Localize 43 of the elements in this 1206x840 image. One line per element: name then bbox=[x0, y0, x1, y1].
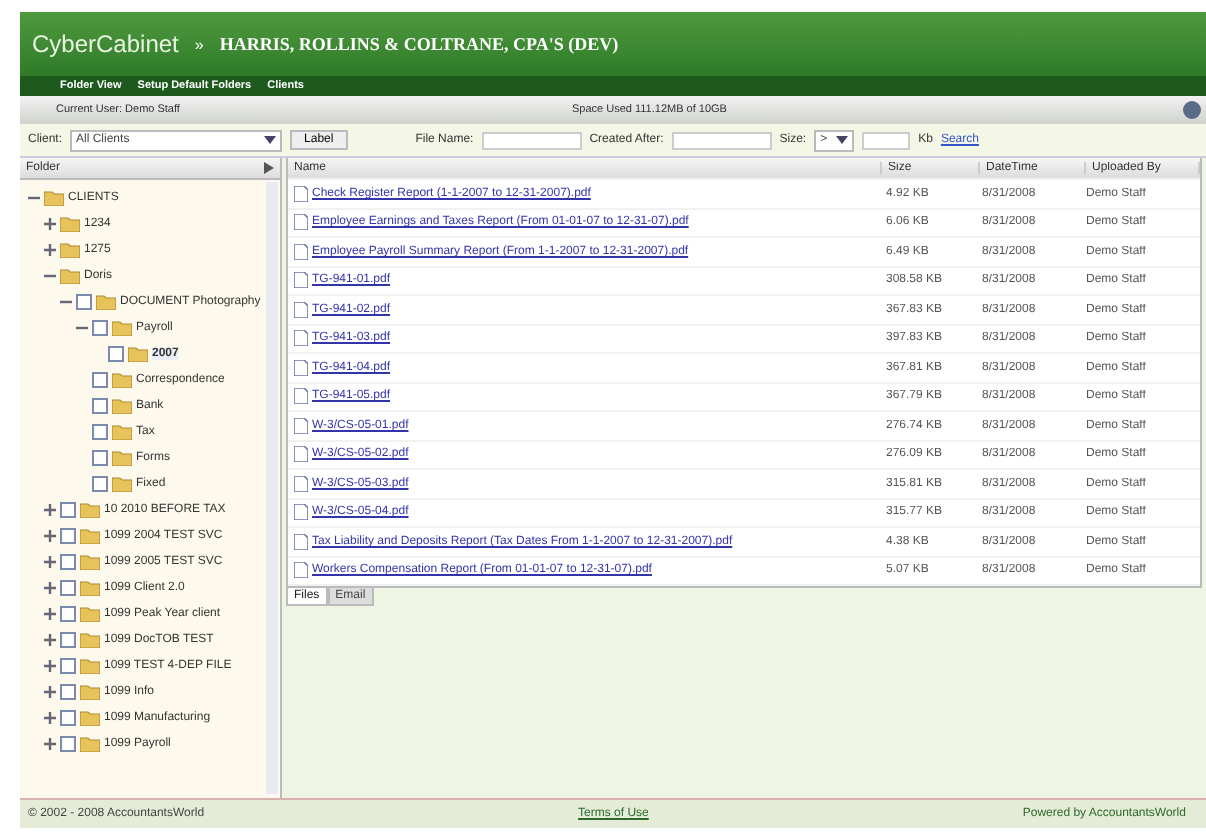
collapse-icon[interactable] bbox=[76, 321, 88, 333]
firm-name: HARRIS, ROLLINS & COLTRANE, CPA'S (DEV) bbox=[219, 34, 619, 54]
checkbox[interactable] bbox=[92, 449, 108, 465]
created-after-field[interactable] bbox=[671, 131, 772, 149]
expand-icon[interactable] bbox=[44, 737, 56, 749]
expand-icon[interactable] bbox=[44, 217, 56, 229]
checkbox[interactable] bbox=[60, 631, 76, 647]
expand-icon[interactable] bbox=[44, 633, 56, 645]
checkbox[interactable] bbox=[60, 553, 76, 569]
expand-icon[interactable] bbox=[44, 607, 56, 619]
expand-icon[interactable] bbox=[44, 503, 56, 515]
expand-icon[interactable] bbox=[44, 685, 56, 697]
checkbox[interactable] bbox=[60, 657, 76, 673]
collapse-icon[interactable] bbox=[44, 269, 56, 281]
logo: CyberCabinet bbox=[32, 30, 179, 58]
caret-icon bbox=[836, 136, 849, 144]
file-name-field[interactable] bbox=[481, 131, 582, 149]
checkbox[interactable] bbox=[92, 397, 108, 413]
checkbox[interactable] bbox=[60, 605, 76, 621]
checkbox[interactable] bbox=[60, 683, 76, 699]
sort-icon bbox=[264, 162, 274, 174]
checkbox[interactable] bbox=[92, 475, 108, 491]
expand-icon[interactable] bbox=[44, 659, 56, 671]
checkbox[interactable] bbox=[60, 709, 76, 725]
expand-icon[interactable] bbox=[44, 243, 56, 255]
separator: » bbox=[194, 35, 204, 53]
expand-icon[interactable] bbox=[44, 555, 56, 567]
expand-icon[interactable] bbox=[44, 711, 56, 723]
checkbox[interactable] bbox=[60, 579, 76, 595]
checkbox[interactable] bbox=[92, 423, 108, 439]
checkbox[interactable] bbox=[60, 735, 76, 751]
checkbox[interactable] bbox=[92, 371, 108, 387]
collapse-icon[interactable] bbox=[60, 295, 72, 307]
expand-icon[interactable] bbox=[44, 581, 56, 593]
checkbox[interactable] bbox=[108, 345, 124, 361]
checkbox[interactable] bbox=[60, 501, 76, 517]
size-field[interactable] bbox=[862, 131, 911, 149]
checkbox[interactable] bbox=[76, 293, 92, 309]
expand-icon[interactable] bbox=[44, 529, 56, 541]
caret-icon bbox=[264, 136, 277, 144]
collapse-icon[interactable] bbox=[28, 191, 40, 203]
checkbox[interactable] bbox=[60, 527, 76, 543]
checkbox[interactable] bbox=[92, 319, 108, 335]
